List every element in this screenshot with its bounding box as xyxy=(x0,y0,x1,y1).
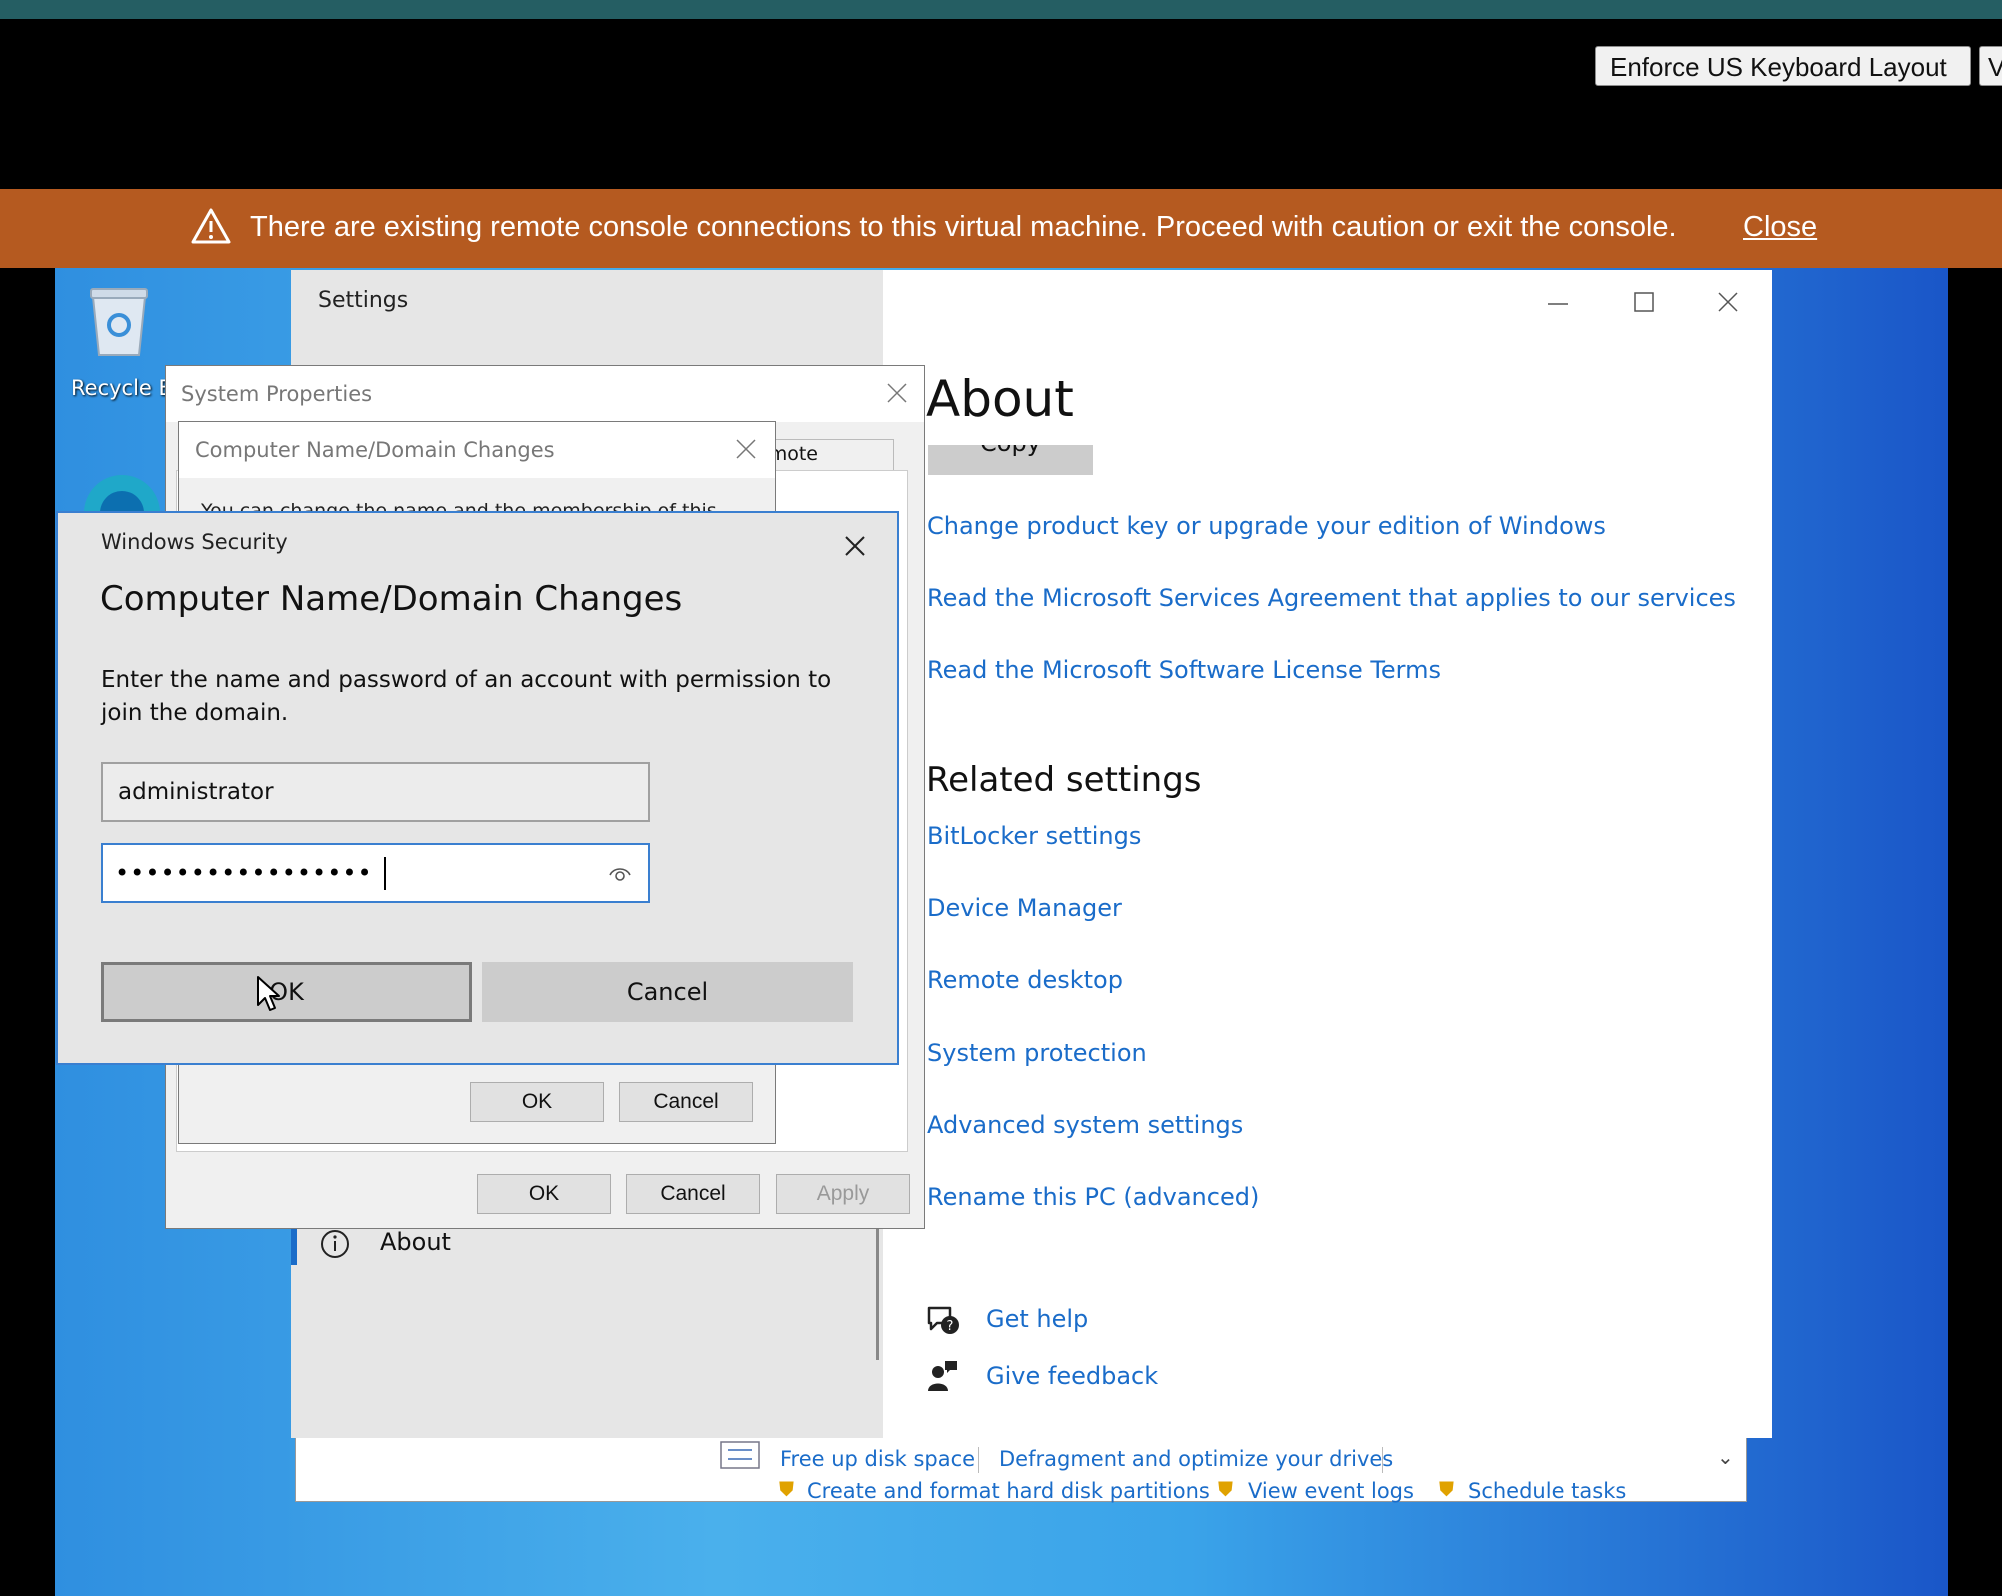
link-advanced-system-settings[interactable]: Advanced system settings xyxy=(927,1111,1243,1139)
recycle-bin-label[interactable]: Recycle B xyxy=(71,376,173,400)
system-properties-title: System Properties xyxy=(181,382,373,406)
system-properties-apply-button[interactable]: Apply xyxy=(776,1174,910,1214)
svg-text:?: ? xyxy=(947,1319,954,1334)
link-bitlocker[interactable]: BitLocker settings xyxy=(927,822,1141,850)
close-icon[interactable] xyxy=(844,535,866,557)
windows-security-ok-button[interactable]: OK xyxy=(101,962,472,1022)
related-settings-heading: Related settings xyxy=(926,760,1202,800)
scroll-down-icon[interactable]: ⌄ xyxy=(1717,1445,1734,1470)
username-value: administrator xyxy=(118,779,274,805)
cp-link-event-logs[interactable]: View event logs xyxy=(1248,1479,1414,1503)
checklist-icon xyxy=(720,1441,760,1469)
minimize-icon[interactable] xyxy=(1546,292,1570,316)
link-services-agreement[interactable]: Read the Microsoft Services Agreement th… xyxy=(927,584,1736,612)
toolbar-partial-button[interactable]: V xyxy=(1979,46,2002,86)
shield-icon: ⛊ xyxy=(1439,1479,1454,1501)
cp-link-schedule-tasks[interactable]: Schedule tasks xyxy=(1468,1479,1626,1503)
text-cursor xyxy=(384,857,386,890)
top-strip xyxy=(0,0,2002,19)
system-properties-cancel-button[interactable]: Cancel xyxy=(626,1174,760,1214)
cp-link-defragment[interactable]: Defragment and optimize your drives xyxy=(999,1447,1393,1471)
windows-security-cancel-label: Cancel xyxy=(626,978,709,1006)
close-icon[interactable] xyxy=(886,382,908,404)
reveal-password-icon[interactable] xyxy=(608,863,632,885)
cp-divider xyxy=(978,1447,979,1473)
link-remote-desktop[interactable]: Remote desktop xyxy=(927,966,1123,994)
recycle-bin-icon[interactable] xyxy=(87,283,151,359)
computer-name-ok-button[interactable]: OK xyxy=(470,1082,604,1122)
console-toolbar xyxy=(0,19,2002,189)
windows-security-description: Enter the name and password of an accoun… xyxy=(101,667,832,726)
copy-button-label: Copy xyxy=(928,445,1093,457)
link-device-manager[interactable]: Device Manager xyxy=(927,894,1122,922)
cp-divider xyxy=(1382,1447,1383,1473)
warning-banner: There are existing remote console connec… xyxy=(0,189,2002,268)
shield-icon: ⛊ xyxy=(779,1479,794,1501)
computer-name-cancel-button[interactable]: Cancel xyxy=(619,1082,753,1122)
username-field[interactable]: administrator xyxy=(101,762,650,822)
link-product-key[interactable]: Change product key or upgrade your editi… xyxy=(927,512,1606,540)
help-icon: ? xyxy=(927,1306,959,1334)
password-field[interactable]: ••••••••••••••••• xyxy=(101,843,650,903)
cp-link-partitions[interactable]: Create and format hard disk partitions xyxy=(807,1479,1210,1503)
password-value: ••••••••••••••••• xyxy=(115,859,373,887)
feedback-icon xyxy=(928,1361,957,1391)
windows-security-cancel-button[interactable]: Cancel xyxy=(482,962,853,1022)
link-system-protection[interactable]: System protection xyxy=(927,1039,1147,1067)
about-heading: About xyxy=(926,370,1074,428)
mouse-pointer-icon xyxy=(257,976,280,1011)
nav-selection-indicator xyxy=(291,1225,297,1265)
cp-link-free-space[interactable]: Free up disk space xyxy=(780,1447,975,1471)
info-icon xyxy=(321,1230,349,1258)
copy-button[interactable]: Copy xyxy=(928,445,1093,475)
get-help-link[interactable]: Get help xyxy=(986,1305,1088,1333)
link-license-terms[interactable]: Read the Microsoft Software License Term… xyxy=(927,656,1441,684)
windows-security-dialog: Windows Security Computer Name/Domain Ch… xyxy=(56,511,899,1065)
close-icon[interactable] xyxy=(735,438,757,460)
shield-icon: ⛊ xyxy=(1218,1479,1233,1501)
warning-icon xyxy=(191,208,231,244)
enforce-keyboard-button[interactable]: Enforce US Keyboard Layout xyxy=(1595,46,1971,86)
system-properties-ok-button[interactable]: OK xyxy=(477,1174,611,1214)
windows-security-title: Windows Security xyxy=(101,530,288,554)
maximize-icon[interactable] xyxy=(1632,290,1656,314)
give-feedback-link[interactable]: Give feedback xyxy=(986,1362,1158,1390)
nav-item-about[interactable]: About xyxy=(380,1228,451,1256)
tab-remote[interactable]: emote xyxy=(756,439,894,471)
close-icon[interactable] xyxy=(1716,290,1740,314)
computer-name-title: Computer Name/Domain Changes xyxy=(195,438,555,462)
link-rename-pc[interactable]: Rename this PC (advanced) xyxy=(927,1183,1259,1211)
windows-security-heading: Computer Name/Domain Changes xyxy=(100,579,683,619)
settings-title: Settings xyxy=(318,288,409,313)
banner-message: There are existing remote console connec… xyxy=(250,211,1677,243)
banner-close-link[interactable]: Close xyxy=(1743,211,1817,244)
